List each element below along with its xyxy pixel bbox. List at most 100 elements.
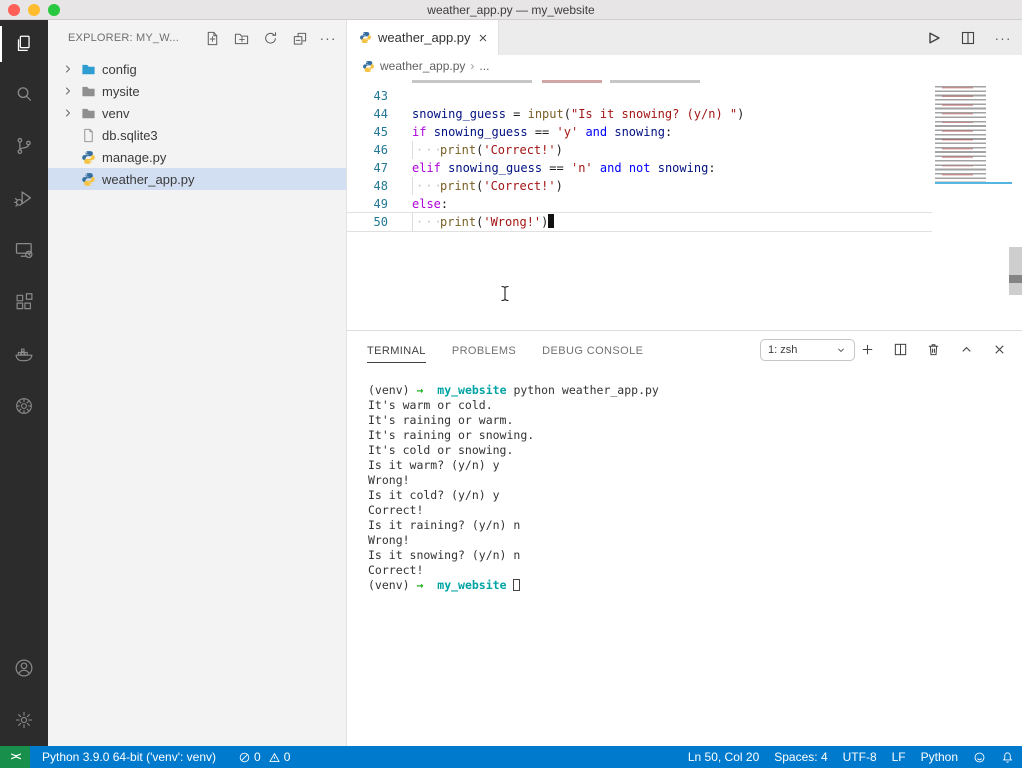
new-file-icon[interactable]	[204, 30, 220, 46]
minimap[interactable]	[935, 86, 1008, 186]
new-folder-icon[interactable]	[233, 30, 249, 46]
explorer-title: EXPLORER: MY_W...	[68, 32, 179, 44]
panel-tab-problems[interactable]: PROBLEMS	[452, 339, 516, 362]
cursor-position-status[interactable]: Ln 50, Col 20	[688, 750, 759, 764]
terminal-shell-select[interactable]: 1: zsh	[760, 339, 855, 361]
panel-tab-terminal[interactable]: TERMINAL	[367, 339, 426, 363]
feedback-smiley-icon[interactable]	[973, 751, 986, 764]
code-line-49[interactable]: 49else:	[347, 195, 932, 213]
activity-settings-icon[interactable]	[0, 694, 48, 746]
code-line-48[interactable]: 48···print('Correct!')	[347, 177, 932, 195]
activity-run-debug-icon[interactable]	[0, 172, 48, 224]
line-number: 45	[347, 123, 388, 141]
breadcrumb[interactable]: weather_app.py › ...	[347, 55, 1022, 77]
file-label: weather_app.py	[102, 172, 195, 187]
code-text: ···print('Correct!')	[388, 141, 563, 159]
activity-search-icon[interactable]	[0, 68, 48, 120]
line-number: 50	[347, 213, 388, 231]
chevron-right-icon	[60, 105, 76, 121]
notifications-bell-icon[interactable]	[1001, 751, 1014, 764]
file-tree-item-venv[interactable]: venv	[48, 102, 346, 124]
close-panel-button[interactable]	[991, 342, 1007, 358]
editor-scrollbar[interactable]	[1009, 247, 1022, 295]
remote-indicator[interactable]: ><	[0, 746, 30, 768]
file-tree-item-config[interactable]: config	[48, 58, 346, 80]
terminal-line: Correct!	[368, 563, 1012, 578]
tree-indent	[60, 171, 76, 187]
line-number: 47	[347, 159, 388, 177]
language-mode-status[interactable]: Python	[921, 750, 958, 764]
code-line-43[interactable]: 43	[347, 87, 932, 105]
file-tree-item-weather-app-py[interactable]: weather_app.py	[48, 168, 346, 190]
new-terminal-button[interactable]	[859, 342, 875, 358]
titlebar: weather_app.py — my_website	[0, 0, 1022, 20]
activity-python-environment-icon[interactable]	[0, 380, 48, 432]
terminal-line: Is it raining? (y/n) n	[368, 518, 1012, 533]
code-line-47[interactable]: 47elif snowing_guess == 'n' and not snow…	[347, 159, 932, 177]
status-bar: >< Python 3.9.0 64-bit ('venv': venv) 0 …	[0, 746, 1022, 768]
collapse-folders-icon[interactable]	[291, 30, 307, 46]
kill-terminal-button[interactable]	[925, 342, 941, 358]
terminal-line: Is it cold? (y/n) y	[368, 488, 1012, 503]
chevron-right-icon	[60, 83, 76, 99]
shell-select-value: 1: zsh	[768, 344, 797, 356]
refresh-icon[interactable]	[262, 30, 278, 46]
activity-source-control-icon[interactable]	[0, 120, 48, 172]
python-interpreter-status[interactable]: Python 3.9.0 64-bit ('venv': venv)	[42, 750, 216, 764]
tab-bar: weather_app.py ···	[347, 20, 1022, 55]
file-label: manage.py	[102, 150, 166, 165]
file-label: config	[102, 62, 137, 77]
code-line-50[interactable]: 50···print('Wrong!')	[347, 213, 932, 231]
code-line-44[interactable]: 44snowing_guess = input("Is it snowing? …	[347, 105, 932, 123]
chevron-right-icon: ›	[470, 59, 474, 73]
minimap-current-line	[935, 182, 1012, 184]
explorer-sidebar: EXPLORER: MY_W... ··· config mysite venv db…	[48, 20, 347, 746]
indentation-status[interactable]: Spaces: 4	[774, 750, 827, 764]
file-tree-item-manage-py[interactable]: manage.py	[48, 146, 346, 168]
code-text: else:	[388, 195, 448, 213]
panel-header: TERMINAL PROBLEMS DEBUG CONSOLE 1: zsh	[347, 331, 1022, 368]
file-tree-item-mysite[interactable]: mysite	[48, 80, 346, 102]
code-line-46[interactable]: 46···print('Correct!')	[347, 141, 932, 159]
line-number: 46	[347, 141, 388, 159]
breadcrumb-more[interactable]: ...	[479, 59, 489, 73]
terminal-cursor	[513, 579, 520, 591]
code-text: if snowing_guess == 'y' and snowing:	[388, 123, 672, 141]
terminal-output[interactable]: (venv) → my_website python weather_app.p…	[368, 383, 1012, 593]
tree-indent	[60, 127, 76, 143]
split-terminal-button[interactable]	[892, 342, 908, 358]
window-title: weather_app.py — my_website	[0, 0, 1022, 20]
terminal-line: It's warm or cold.	[368, 398, 1012, 413]
terminal-line: (venv) → my_website	[368, 578, 1012, 593]
activity-remote-explorer-icon[interactable]	[0, 224, 48, 276]
python-file-icon	[362, 60, 375, 73]
warning-triangle-icon	[268, 751, 281, 764]
activity-accounts-icon[interactable]	[0, 642, 48, 694]
editor-more-actions-button[interactable]: ···	[994, 29, 1012, 47]
maximize-panel-button[interactable]	[958, 342, 974, 358]
activity-extensions-icon[interactable]	[0, 276, 48, 328]
line-number: 49	[347, 195, 388, 213]
file-label: venv	[102, 106, 129, 121]
run-python-file-button[interactable]	[924, 29, 942, 47]
file-tree-item-db-sqlite3[interactable]: db.sqlite3	[48, 124, 346, 146]
python-icon	[80, 149, 96, 165]
folder-icon	[80, 83, 96, 99]
code-text	[388, 87, 412, 105]
problems-status[interactable]: 0 0	[238, 750, 290, 764]
file-label: db.sqlite3	[102, 128, 158, 143]
code-line-45[interactable]: 45if snowing_guess == 'y' and snowing:	[347, 123, 932, 141]
activity-explorer-icon[interactable]	[0, 20, 48, 68]
line-number: 43	[347, 87, 388, 105]
activity-docker-icon[interactable]	[0, 328, 48, 380]
encoding-status[interactable]: UTF-8	[843, 750, 877, 764]
split-editor-button[interactable]	[959, 29, 977, 47]
close-tab-icon[interactable]	[477, 30, 490, 46]
panel-tab-debug-console[interactable]: DEBUG CONSOLE	[542, 339, 643, 362]
eol-status[interactable]: LF	[892, 750, 906, 764]
breadcrumb-file[interactable]: weather_app.py	[380, 59, 465, 73]
panel: TERMINAL PROBLEMS DEBUG CONSOLE 1: zsh (ve…	[347, 330, 1022, 746]
code-editor[interactable]: 4344snowing_guess = input("Is it snowing…	[347, 77, 1022, 330]
more-icon[interactable]: ···	[320, 30, 336, 46]
tab-weather-app[interactable]: weather_app.py	[347, 20, 499, 55]
